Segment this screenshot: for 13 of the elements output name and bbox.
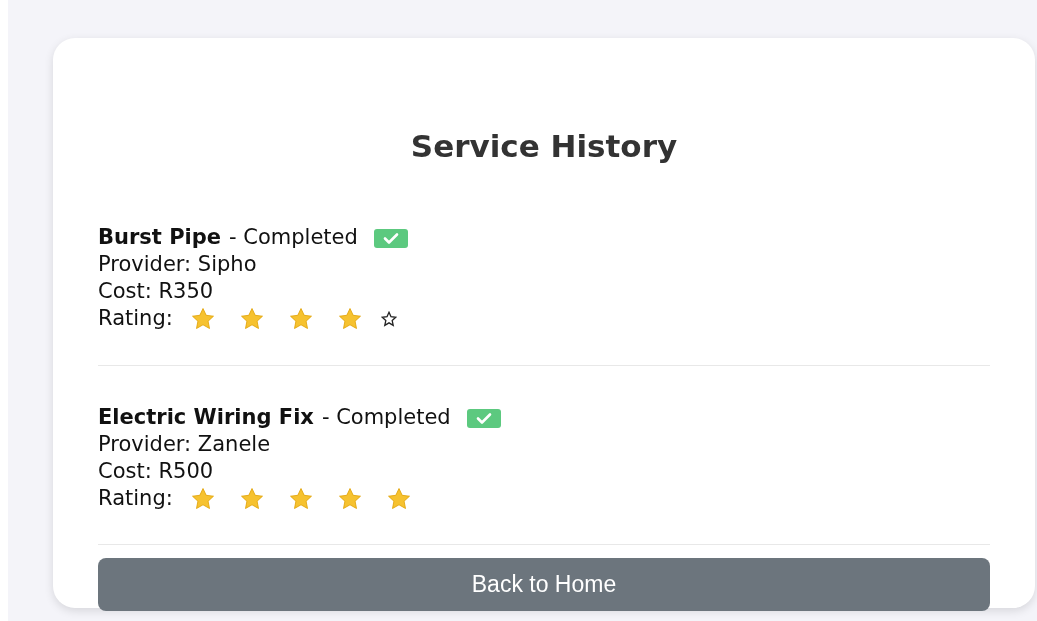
service-name: Burst Pipe: [98, 224, 222, 251]
outline-star-icon: [380, 310, 397, 327]
page-title: Service History: [409, 127, 679, 166]
provider-text: Provider: Zanele: [98, 431, 272, 458]
service-status: - Completed: [321, 404, 451, 431]
service-name: Electric Wiring Fix: [98, 404, 314, 431]
rating-label: Rating:: [98, 305, 173, 332]
cost-text: Cost: R500: [98, 458, 215, 485]
back-to-home-button[interactable]: Back to Home: [98, 558, 990, 611]
provider-text: Provider: Sipho: [98, 251, 258, 278]
service-status: - Completed: [229, 224, 358, 251]
cost-text: Cost: R350: [98, 278, 215, 305]
rating-label: Rating:: [98, 485, 173, 512]
